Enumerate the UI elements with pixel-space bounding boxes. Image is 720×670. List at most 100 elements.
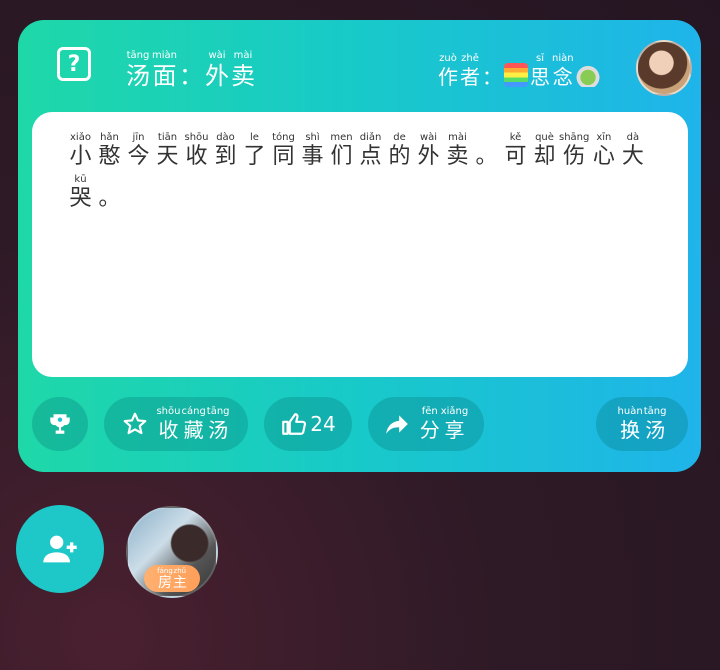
pinyin: shōu — [156, 406, 181, 417]
ruby-char: tāng 汤 — [644, 406, 667, 442]
hanzi: 分 — [419, 418, 440, 442]
author-info: zuò 作 zhě 者： sī 思 niàn 念 — [438, 53, 600, 89]
hanzi: 享 — [444, 418, 465, 442]
hanzi: 藏 — [183, 418, 204, 442]
pinyin: tāng — [643, 406, 667, 417]
star-icon — [124, 412, 147, 435]
like-count: 24 — [310, 412, 336, 436]
pinyin: le — [250, 132, 259, 143]
ruby-char: kě 可 — [501, 132, 530, 170]
hanzi: 大 — [621, 144, 644, 169]
hanzi: 思 — [530, 65, 550, 89]
ruby-char: zhě 者 — [460, 53, 480, 89]
share-arrow-icon — [385, 415, 408, 434]
ruby-char: hǎn 憨 — [95, 132, 124, 170]
hanzi: 汤 — [126, 62, 150, 90]
change-soup-button[interactable]: huàn 换 tāng 汤 — [596, 397, 688, 451]
ruby-char: niàn 念 — [552, 53, 574, 89]
hanzi: 却 — [533, 144, 556, 169]
pinyin: xiǎng — [440, 406, 469, 417]
trophy-button[interactable] — [32, 397, 88, 451]
pinyin: què — [535, 132, 554, 143]
hanzi: 作 — [438, 65, 458, 89]
author-avatar[interactable] — [636, 40, 692, 96]
hanzi: 今 — [127, 144, 150, 169]
ruby-char: tāng 汤 — [126, 50, 150, 90]
hanzi: 点 — [359, 144, 382, 169]
hanzi: 汤 — [645, 418, 666, 442]
pinyin: niàn — [552, 53, 574, 64]
hanzi: ： — [179, 62, 203, 90]
share-button[interactable]: fēn 分 xiǎng 享 — [368, 397, 484, 451]
pinyin: hǎn — [100, 132, 119, 143]
ruby-char: diǎn 点 — [356, 132, 385, 170]
room-owner-badge: fáng 房 zhǔ 主 — [144, 565, 200, 592]
story-panel: xiǎo 小 hǎn 憨 jīn 今 tiān 天 shōu 收 dào 到 le 了 tóng 同 shì 事 m… — [32, 112, 688, 377]
ruby-char: jīn 今 — [124, 132, 153, 170]
ruby-char: ： — [482, 53, 502, 89]
hanzi: 主 — [172, 574, 187, 591]
help-icon[interactable]: ? — [57, 47, 91, 81]
ruby-char: mài 卖 — [443, 132, 472, 170]
ruby-char: dào 到 — [211, 132, 240, 170]
pinyin: xiǎo — [70, 132, 91, 143]
ruby-char: xiǎo 小 — [66, 132, 95, 170]
pinyin: zhě — [461, 53, 479, 64]
hanzi: 憨 — [98, 144, 121, 169]
pinyin: xīn — [596, 132, 612, 143]
ruby-char: xīn 心 — [589, 132, 618, 170]
hanzi: 外 — [417, 144, 440, 169]
ruby-char: cáng 藏 — [181, 406, 205, 442]
hanzi: 了 — [243, 144, 266, 169]
author-name: sī 思 niàn 念 — [530, 53, 574, 89]
hanzi: ： — [482, 65, 502, 89]
ruby-char: què 却 — [530, 132, 559, 170]
hanzi: 事 — [301, 144, 324, 169]
change-soup-label: huàn 换 tāng 汤 — [618, 406, 667, 442]
hanzi: 外 — [205, 62, 229, 90]
hanzi: 小 — [69, 144, 92, 169]
hanzi: 念 — [552, 65, 573, 89]
pinyin: wài — [208, 50, 226, 61]
like-button[interactable]: 24 — [264, 397, 352, 451]
hanzi: 卖 — [231, 62, 255, 90]
page-title: tāng 汤 miàn 面： wài 外 mài 卖 — [126, 50, 255, 90]
soup-card: ? tāng 汤 miàn 面： wài 外 mài 卖 zuò 作 zhě 者： sī 思 niàn 念… — [18, 20, 701, 472]
pinyin: wài — [419, 132, 438, 143]
pinyin: tóng — [272, 132, 295, 143]
ruby-char: shāng 伤 — [559, 132, 589, 170]
pinyin: men — [330, 132, 353, 143]
hanzi: 收 — [158, 418, 179, 442]
add-user-icon — [43, 535, 77, 563]
hanzi: 。 — [98, 186, 121, 211]
ruby-char: kū 哭 — [66, 174, 95, 212]
hanzi: 哭 — [69, 186, 92, 211]
pinyin: huàn — [617, 406, 643, 417]
ruby-char: wài 外 — [414, 132, 443, 170]
pinyin: shì — [305, 132, 320, 143]
collect-button[interactable]: shōu 收 cáng 藏 tāng 汤 — [104, 397, 248, 451]
pinyin: shōu — [184, 132, 209, 143]
ruby-char: mài 卖 — [231, 50, 255, 90]
hanzi: 天 — [156, 144, 179, 169]
story-text: xiǎo 小 hǎn 憨 jīn 今 tiān 天 shōu 收 dào 到 le 了 tóng 同 shì 事 m… — [66, 132, 666, 212]
ruby-char: shì 事 — [298, 132, 327, 170]
hanzi: 汤 — [208, 418, 229, 442]
ruby-char: sī 思 — [530, 53, 550, 89]
ruby-char: ： — [179, 50, 203, 90]
pinyin: zhǔ — [173, 566, 187, 575]
pinyin: tiān — [157, 132, 178, 143]
pinyin: de — [393, 132, 406, 143]
pinyin: tāng — [126, 50, 150, 61]
pinyin: cáng — [181, 406, 206, 417]
pinyin: zuò — [439, 53, 457, 64]
pinyin: dà — [626, 132, 640, 143]
hanzi: 的 — [388, 144, 411, 169]
ruby-char: 。 — [95, 174, 124, 212]
add-friend-button[interactable] — [16, 505, 104, 593]
pinyin: mài — [448, 132, 467, 143]
ruby-char: huàn 换 — [618, 406, 643, 442]
trophy-icon — [50, 414, 70, 434]
ruby-char: tóng 同 — [269, 132, 298, 170]
ruby-char: men 们 — [327, 132, 356, 170]
